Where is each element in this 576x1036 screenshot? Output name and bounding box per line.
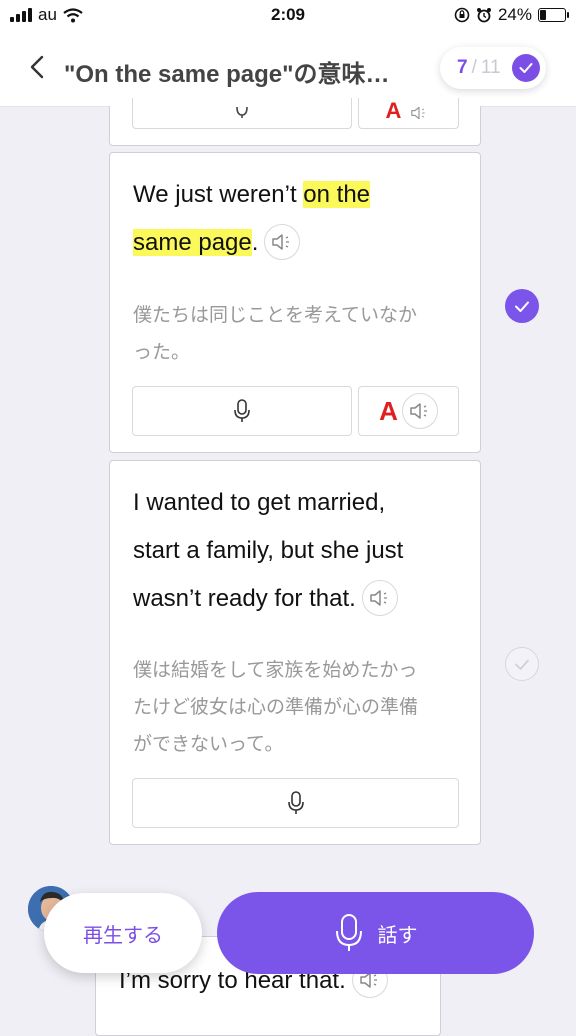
alarm-icon (476, 8, 491, 23)
play-slow-audio-button[interactable] (401, 393, 438, 429)
japanese-translation: 僕は結婚をして家族を始めたかっ たけど彼女は心の準備が心の準備 ができないって。 (133, 660, 419, 755)
record-button[interactable] (132, 386, 352, 436)
pending-check-icon (505, 647, 539, 681)
mic-icon (335, 914, 362, 951)
speaker-icon (410, 403, 427, 419)
progress-total: 11 (480, 57, 501, 78)
completed-check-icon (505, 289, 539, 323)
mic-icon (236, 107, 248, 118)
font-toggle-button[interactable]: A (358, 98, 459, 129)
sentence-line: wasn’t ready for that. (133, 575, 403, 623)
speak-button-label: 話す (377, 924, 418, 947)
highlighted-phrase: same page (133, 229, 252, 256)
mic-icon (234, 399, 250, 422)
english-sentence: We just weren’t on the same page. (133, 171, 463, 267)
record-button[interactable] (132, 98, 352, 129)
battery-percent: 24% (497, 5, 532, 24)
speaker-icon (411, 106, 426, 120)
play-audio-button[interactable] (264, 223, 301, 260)
japanese-translation: 僕たちは同じことを考えていなか った。 (133, 305, 418, 363)
page-title: "On the same page"の意味… (64, 61, 390, 88)
sentence-line: start a family, but she just (133, 537, 404, 564)
phrase-card: We just weren’t on the same page. 僕たちは同じこ… (109, 152, 481, 453)
rotation-lock-icon (454, 7, 470, 23)
highlighted-phrase: on the (303, 181, 371, 208)
play-audio-button[interactable] (361, 579, 398, 616)
progress-indicator: 7 / 11 (440, 47, 546, 89)
font-icon: A (385, 98, 402, 123)
font-icon: A (379, 395, 398, 426)
progress-separator: / (471, 57, 477, 78)
sentence-text: . (251, 229, 259, 256)
record-button[interactable] (132, 778, 459, 828)
sentence-line: I wanted to get married, (133, 489, 386, 516)
speaker-icon (272, 233, 290, 250)
play-button-label: 再生する (83, 924, 163, 947)
speak-button[interactable]: 話す (217, 892, 534, 974)
phrase-card-previous: A (109, 98, 481, 146)
back-icon (30, 55, 44, 79)
back-button[interactable] (22, 50, 52, 84)
progress-current: 7 (457, 57, 468, 78)
font-toggle-button[interactable]: A (358, 386, 459, 436)
phrase-card: I wanted to get married, start a family,… (109, 460, 481, 845)
mic-icon (287, 791, 304, 814)
header: "On the same page"の意味… 7 / 11 (0, 30, 576, 107)
status-bar: au 2:09 24% (0, 0, 576, 30)
english-sentence: I wanted to get married, start a family,… (133, 479, 403, 623)
play-button[interactable]: 再生する (44, 893, 202, 973)
speaker-icon (370, 589, 387, 606)
progress-check-icon (512, 54, 540, 82)
battery-icon (538, 8, 569, 22)
sentence-text: We just weren’t (133, 181, 304, 208)
